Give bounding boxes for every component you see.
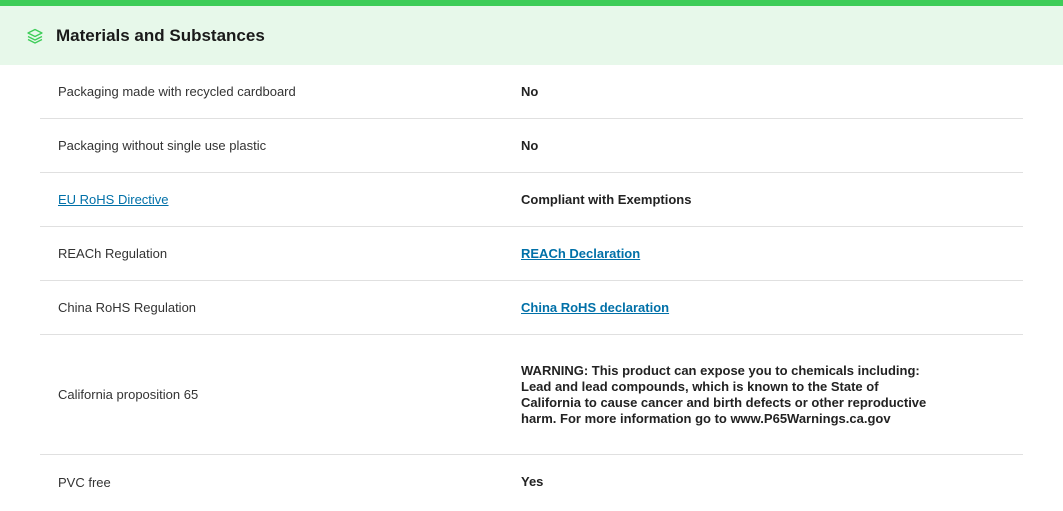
eu-rohs-directive-link[interactable]: EU RoHS Directive <box>58 192 169 207</box>
row-value: Yes <box>521 474 544 489</box>
row-value: No <box>521 83 539 99</box>
reach-declaration-link[interactable]: REACh Declaration <box>521 246 640 261</box>
table-row: REACh Regulation REACh Declaration <box>40 227 1023 281</box>
china-rohs-declaration-link[interactable]: China RoHS declaration <box>521 300 669 315</box>
table-row: PVC free Yes <box>40 455 1023 509</box>
row-label: Packaging without single use plastic <box>58 138 267 153</box>
row-value-container: China RoHS declaration <box>521 300 1023 316</box>
row-value: No <box>521 137 539 153</box>
row-label: Packaging made with recycled cardboard <box>58 84 296 99</box>
attribute-table: Packaging made with recycled cardboard N… <box>40 65 1023 509</box>
section-title: Materials and Substances <box>56 25 265 45</box>
row-label: PVC free <box>58 474 111 490</box>
row-value: Compliant with Exemptions <box>521 191 692 207</box>
layers-icon <box>26 27 44 45</box>
table-row: Packaging without single use plastic No <box>40 119 1023 173</box>
row-value-container: WARNING: This product can expose you to … <box>521 363 1023 427</box>
table-row: California proposition 65 WARNING: This … <box>40 335 1023 455</box>
table-row: Packaging made with recycled cardboard N… <box>40 65 1023 119</box>
table-row: China RoHS Regulation China RoHS declara… <box>40 281 1023 335</box>
row-value-container: REACh Declaration <box>521 246 1023 262</box>
section-header: Materials and Substances <box>0 6 1063 65</box>
row-label: China RoHS Regulation <box>58 300 197 315</box>
row-label-container: EU RoHS Directive <box>40 192 521 207</box>
table-row: EU RoHS Directive Compliant with Exempti… <box>40 173 1023 227</box>
row-label: REACh Regulation <box>58 246 168 261</box>
materials-substances-panel: Materials and Substances Packaging made … <box>0 0 1063 511</box>
row-label: California proposition 65 <box>58 387 199 402</box>
prop65-warning-text: WARNING: This product can expose you to … <box>521 362 927 426</box>
